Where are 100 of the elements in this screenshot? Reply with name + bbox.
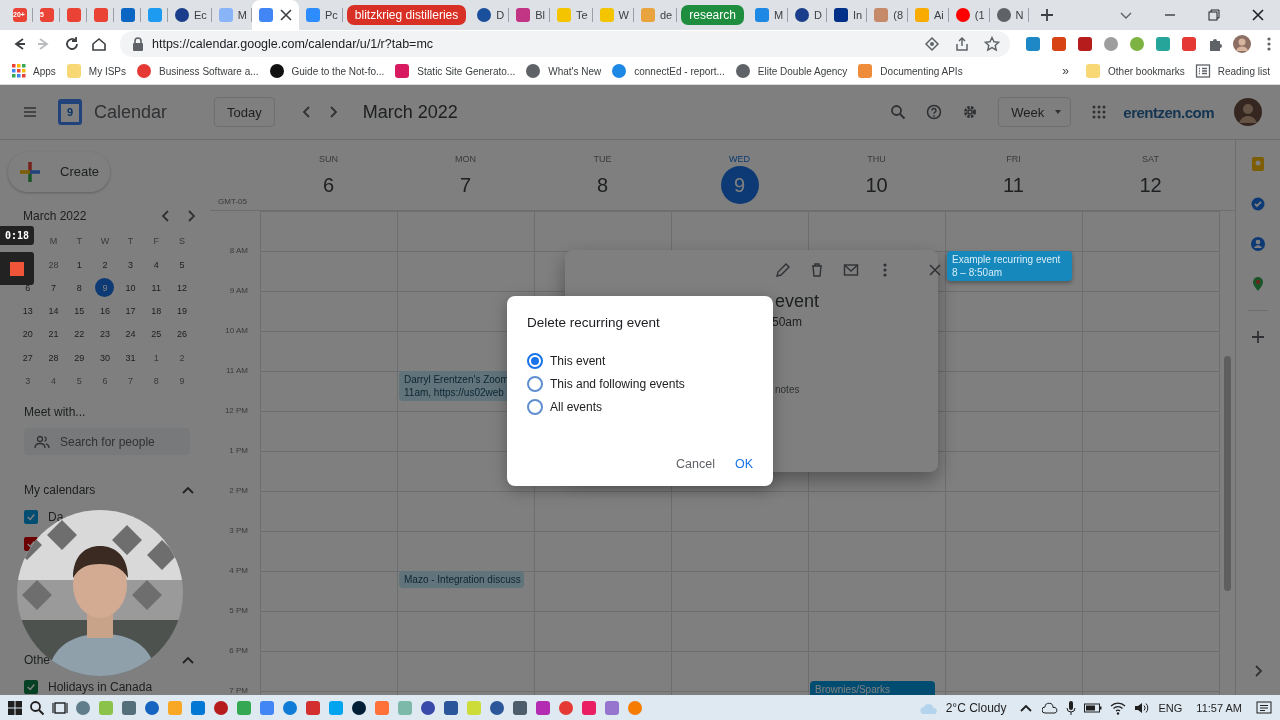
date-cell[interactable]: 25 (143, 322, 170, 347)
date-cell[interactable]: 8 (66, 276, 93, 300)
create-button[interactable]: Create (8, 152, 110, 192)
lens-icon[interactable] (924, 36, 940, 52)
date-cell[interactable]: 5 (66, 369, 93, 393)
avatar-icon[interactable] (1233, 35, 1251, 53)
restore-icon[interactable] (1206, 7, 1222, 23)
date-cell[interactable]: 28 (40, 346, 67, 370)
date-cell[interactable]: 28 (40, 252, 67, 277)
reading-list[interactable]: Reading list (1194, 63, 1270, 79)
date-cell[interactable]: 14 (40, 299, 67, 323)
add-icon[interactable] (1250, 329, 1266, 345)
browser-tab[interactable]: (8 (867, 0, 908, 30)
app-icon[interactable] (420, 699, 436, 716)
date-cell[interactable]: 2 (169, 346, 195, 370)
bookmark[interactable]: Guide to the Not-fo... (268, 63, 385, 79)
browser-tab[interactable] (252, 0, 299, 30)
tab-group-label[interactable]: research (681, 5, 744, 25)
day-number[interactable]: 7 (446, 166, 485, 204)
task-view-icon[interactable] (52, 699, 68, 716)
map-pin-icon[interactable] (1250, 276, 1266, 292)
bookmark[interactable]: Other bookmarks (1085, 63, 1185, 79)
contacts-icon[interactable] (1250, 236, 1266, 252)
bookmark-star-icon[interactable] (984, 36, 1000, 52)
bookmark[interactable]: Static Site Generato... (394, 63, 516, 79)
view-dropdown[interactable]: Week (998, 97, 1072, 127)
edit-icon[interactable] (775, 262, 791, 278)
date-cell[interactable]: 30 (92, 346, 118, 370)
scrollbar[interactable] (1224, 356, 1231, 591)
date-cell[interactable]: 11 (143, 276, 170, 300)
browser-tab[interactable]: N (989, 0, 1029, 30)
date-cell[interactable]: 22 (66, 322, 93, 347)
day-number[interactable]: 10 (857, 166, 896, 204)
date-cell[interactable]: 24 (117, 322, 144, 347)
bookmark[interactable]: My ISPs (65, 63, 127, 79)
date-cell[interactable]: 5 (169, 252, 195, 277)
home-icon[interactable] (91, 36, 107, 52)
extension-icon[interactable] (1155, 36, 1171, 52)
delete-icon[interactable] (809, 262, 825, 278)
today-button[interactable]: Today (214, 97, 275, 127)
date-cell[interactable]: 17 (117, 299, 144, 323)
date-cell[interactable]: 1 (143, 346, 170, 370)
day-number[interactable]: 9 (720, 166, 759, 204)
date-cell[interactable]: 15 (66, 299, 93, 323)
date-cell[interactable]: 1 (66, 252, 93, 277)
date-cell[interactable]: 31 (117, 346, 144, 370)
search-icon[interactable] (29, 699, 45, 716)
date-cell[interactable]: 6 (92, 369, 118, 393)
browser-tab[interactable]: In (827, 0, 868, 30)
search-input[interactable]: Search for people (58, 433, 188, 450)
help-icon[interactable] (926, 104, 943, 120)
browser-tab[interactable]: (1 (948, 0, 990, 30)
tab-group-label[interactable]: blitzkrieg distilleries (346, 5, 467, 25)
extension-icon[interactable] (1077, 36, 1093, 52)
extension-icon[interactable] (1051, 36, 1067, 52)
calendar-event[interactable]: Mazo - Integration discuss (399, 571, 524, 588)
close-icon[interactable] (1250, 7, 1266, 23)
day-number[interactable]: 12 (1131, 166, 1170, 204)
date-cell[interactable]: 20 (15, 322, 41, 347)
date-cell[interactable]: 9 (95, 278, 115, 298)
browser-tab[interactable]: Te (549, 0, 593, 30)
date-cell[interactable]: 3 (117, 252, 144, 277)
date-cell[interactable]: 21 (40, 322, 67, 347)
windows-start-icon[interactable] (8, 700, 22, 715)
stop-recording-button[interactable] (0, 252, 34, 285)
checkbox[interactable] (24, 510, 38, 525)
share-icon[interactable] (954, 36, 970, 52)
volume-icon[interactable] (1134, 700, 1151, 715)
avatar-icon[interactable] (1234, 98, 1262, 126)
bookmark[interactable]: Documenting APIs (857, 63, 963, 79)
radio-option[interactable]: All events (527, 398, 753, 416)
bookmark[interactable]: connectEd - report... (611, 63, 725, 79)
language-indicator[interactable]: ENG (1158, 701, 1183, 714)
day-number[interactable]: 6 (309, 166, 348, 204)
date-cell[interactable]: 18 (143, 299, 170, 323)
bookmark[interactable]: What's New (525, 63, 602, 79)
date-cell[interactable]: 7 (40, 276, 67, 300)
extensions-icon[interactable] (1207, 36, 1223, 52)
calendar-event[interactable]: Example recurring event 8 – 8:50am (947, 250, 1072, 281)
onedrive-icon[interactable] (1042, 701, 1059, 714)
date-cell[interactable]: 7 (117, 369, 144, 393)
date-cell[interactable]: 16 (92, 299, 118, 323)
date-cell[interactable]: 8 (143, 369, 170, 393)
browser-tab[interactable]: Ai (908, 0, 949, 30)
bookmark[interactable]: Business Software a... (136, 63, 259, 79)
extension-icon[interactable] (1025, 36, 1041, 52)
day-number[interactable]: 8 (583, 166, 622, 204)
date-cell[interactable]: 4 (143, 252, 170, 277)
browser-tab[interactable]: Ec (168, 0, 212, 30)
new-tab-icon[interactable] (1038, 7, 1055, 23)
clock-time[interactable]: 11:57 AM (1196, 701, 1242, 714)
close-icon[interactable] (278, 7, 294, 23)
bookmark[interactable]: Elite Double Agency (734, 63, 848, 79)
browser-tab[interactable]: D (470, 0, 510, 30)
date-cell[interactable]: 9 (169, 369, 195, 393)
address-bar[interactable]: https://calendar.google.com/calendar/u/1/r?tab=mc (120, 31, 1010, 57)
date-cell[interactable]: 19 (169, 299, 195, 323)
app-icon[interactable] (351, 699, 367, 716)
menu-icon[interactable] (22, 104, 38, 120)
browser-tab[interactable]: Pc (299, 0, 343, 30)
